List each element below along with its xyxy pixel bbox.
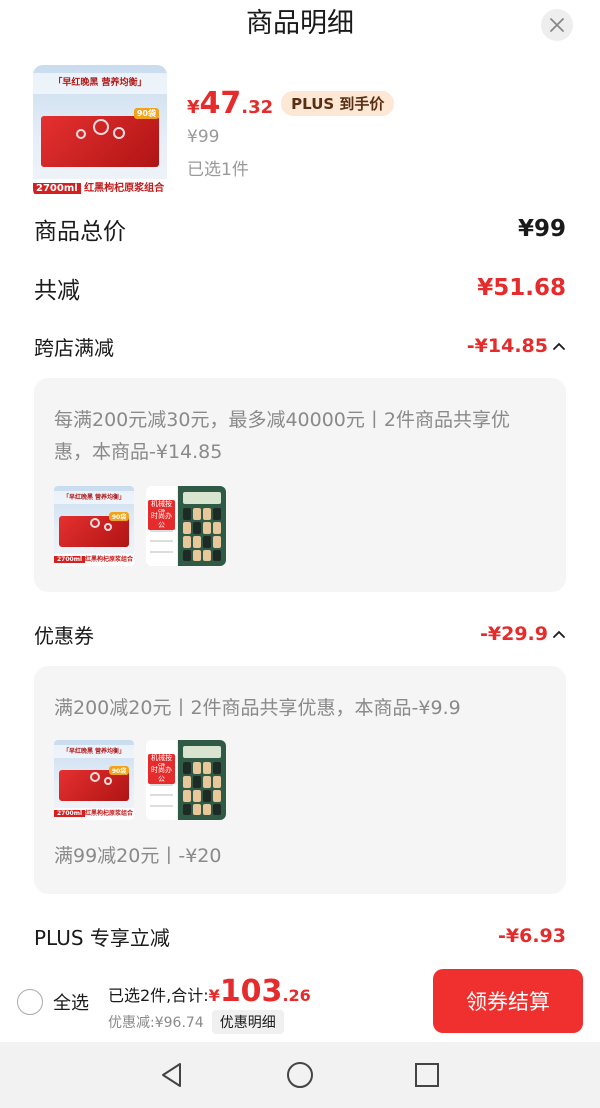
- checkout-bar: 全选 已选2件,合计: ¥ 103 .26 优惠减:¥96.74 优惠明细 领券…: [0, 960, 600, 1042]
- detail-sheet: 商品明细 「早红晚黑 营养均衡」 90袋 2700ml 红黑枸杞原浆组合 ¥ 4…: [0, 0, 600, 960]
- chevron-up-icon[interactable]: [552, 629, 566, 639]
- total-price-row: 商品总价 ¥99: [34, 210, 566, 248]
- plus-discount-row: PLUS 专享立减 -¥6.93: [34, 918, 566, 954]
- coupon-card: 满200减20元丨2件商品共享优惠，本商品-¥9.9 「早红晚黑 营养均衡」 9…: [34, 666, 566, 894]
- checkout-button[interactable]: 领券结算: [433, 969, 583, 1033]
- discount-detail-button[interactable]: 优惠明细: [211, 1010, 284, 1034]
- back-icon: [162, 1063, 181, 1087]
- plus-discount-value: -¥6.93: [498, 925, 566, 947]
- cross-store-calculator-image: 机械按键 时尚办公: [146, 486, 226, 566]
- total-reduce-value: ¥51.68: [477, 275, 566, 301]
- discount-amount: 优惠减:¥96.74: [108, 1015, 204, 1031]
- coupon-desc: 满200减20元丨2件商品共享优惠，本商品-¥9.9: [54, 697, 461, 719]
- coupon-label: 优惠券: [34, 623, 94, 648]
- recents-icon: [415, 1063, 439, 1087]
- coupon-value: -¥29.9: [480, 623, 548, 645]
- coupon-desc-2: 满99减20元丨-¥20: [54, 845, 222, 867]
- back-button[interactable]: [156, 1059, 188, 1091]
- product-image-caption: 红黑枸杞原浆组合: [84, 182, 165, 194]
- order-total: 已选2件,合计: ¥ 103 .26: [108, 974, 311, 1009]
- cross-store-row[interactable]: 跨店满减 -¥14.85: [34, 328, 566, 364]
- order-total-integer: 103: [219, 974, 283, 1009]
- order-total-label: 已选2件,合计:: [108, 986, 209, 1005]
- home-button[interactable]: [284, 1059, 316, 1091]
- price-decimal: .32: [241, 97, 274, 118]
- product-image-volume: 2700ml: [33, 182, 81, 194]
- cross-store-value: -¥14.85: [466, 335, 548, 357]
- price-currency: ¥: [187, 97, 200, 118]
- cross-store-desc: 每满200元减30元，最多减40000元丨2件商品共享优惠，本商品-¥14.85: [54, 409, 510, 463]
- select-all-label[interactable]: 全选: [53, 989, 89, 1015]
- product-image-badge: 90袋: [133, 107, 159, 119]
- product-summary: 「早红晚黑 营养均衡」 90袋 2700ml 红黑枸杞原浆组合: [0, 50, 600, 210]
- cross-store-card: 每满200元减30元，最多减40000元丨2件商品共享优惠，本商品-¥14.85…: [34, 378, 566, 592]
- total-reduce-label: 共减: [34, 278, 80, 304]
- total-price-value: ¥99: [517, 216, 566, 242]
- plus-price-tag: PLUS 到手价: [281, 91, 395, 116]
- cross-store-label: 跨店满减: [34, 335, 114, 360]
- discount-summary: 优惠减:¥96.74 优惠明细: [108, 1010, 284, 1034]
- coupon-row[interactable]: 优惠券 -¥29.9: [34, 616, 566, 652]
- sheet-title: 商品明细: [246, 8, 354, 39]
- coupon-calculator-image: 机械按键 时尚办公: [146, 740, 226, 820]
- chevron-up-icon[interactable]: [552, 341, 566, 351]
- home-icon: [287, 1062, 313, 1088]
- coupon-product-image: 「早红晚黑 营养均衡」 90袋 2700ml 红黑枸杞原浆组合: [54, 740, 134, 820]
- recents-button[interactable]: [411, 1059, 443, 1091]
- plus-discount-label: PLUS 专享立减: [34, 925, 170, 950]
- original-price: ¥99: [187, 127, 220, 147]
- close-button[interactable]: [541, 9, 573, 41]
- selected-count: 已选1件: [187, 160, 249, 180]
- product-price: ¥ 47 .32 PLUS 到手价: [187, 86, 395, 126]
- order-total-decimal: .26: [282, 986, 311, 1005]
- product-image: 「早红晚黑 营养均衡」 90袋 2700ml 红黑枸杞原浆组合: [33, 65, 167, 199]
- total-reduce-row: 共减 ¥51.68: [34, 268, 566, 308]
- select-all-radio[interactable]: [17, 989, 43, 1015]
- price-integer: 47: [199, 86, 242, 121]
- close-icon: [550, 18, 564, 32]
- sheet-header: 商品明细: [0, 0, 600, 50]
- cross-store-product-image: 「早红晚黑 营养均衡」 90袋 2700ml 红黑枸杞原浆组合: [54, 486, 134, 566]
- order-total-currency: ¥: [208, 986, 220, 1005]
- product-image-slogan: 「早红晚黑 营养均衡」: [33, 73, 167, 95]
- system-nav-bar: [0, 1042, 600, 1108]
- total-price-label: 商品总价: [34, 219, 126, 245]
